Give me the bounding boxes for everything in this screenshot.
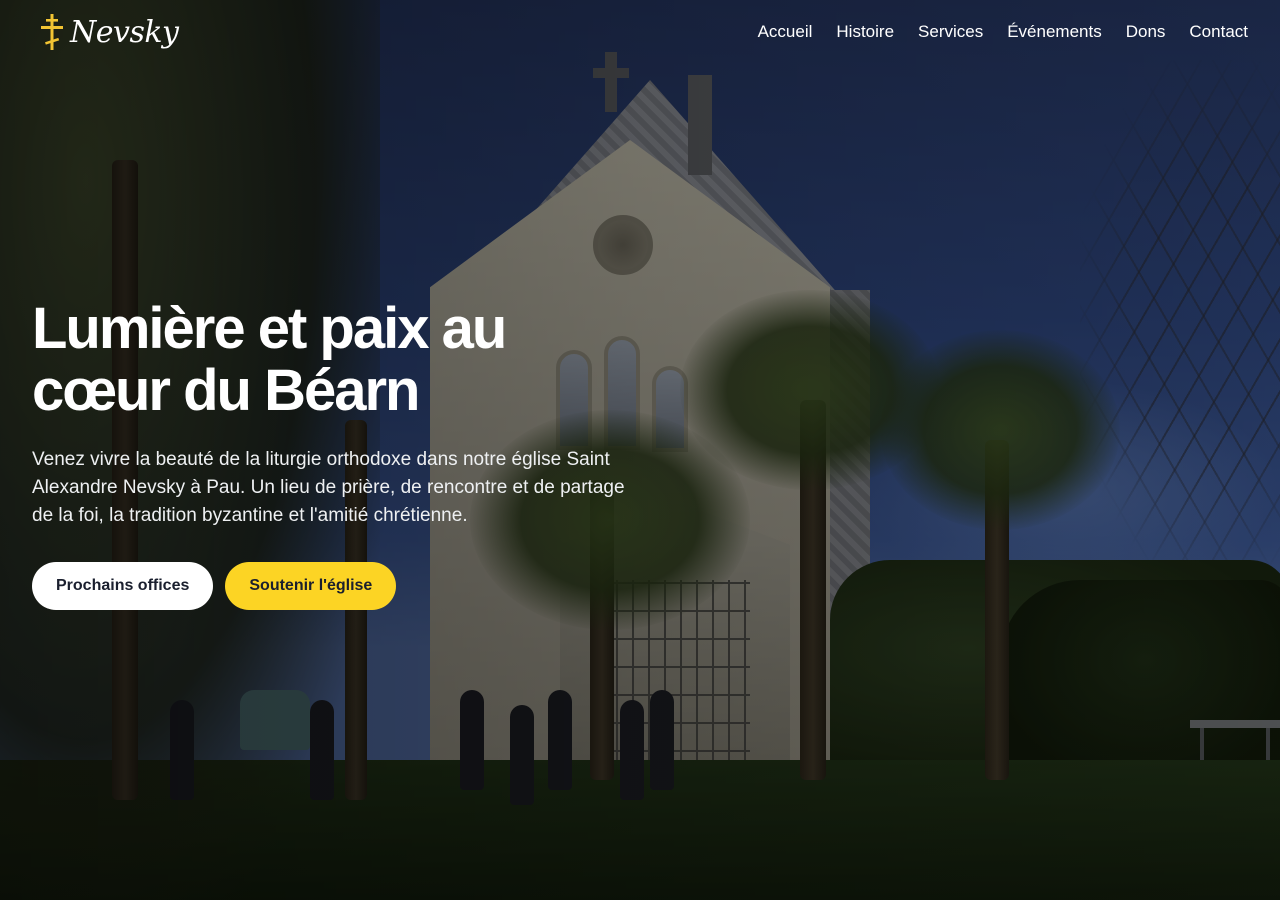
hero-section: Nevsky Accueil Histoire Services Événeme…: [0, 0, 1280, 900]
orthodox-cross-icon: [40, 13, 64, 51]
hero-description: Venez vivre la beauté de la liturgie ort…: [32, 449, 625, 526]
hero-title: Lumière et paix au cœur du Béarn: [32, 298, 652, 422]
support-church-button[interactable]: Soutenir l'église: [225, 562, 397, 610]
nav-link-contact[interactable]: Contact: [1189, 22, 1248, 41]
nav-link-accueil[interactable]: Accueil: [758, 22, 813, 41]
brand-name: Nevsky: [70, 14, 179, 50]
hero-content: Lumière et paix au cœur du Béarn Venez v…: [32, 298, 652, 610]
main-menu: Accueil Histoire Services Événements Don…: [758, 22, 1248, 42]
nav-link-services[interactable]: Services: [918, 22, 983, 41]
brand-logo-link[interactable]: Nevsky: [40, 13, 179, 51]
hero-title-line-2: cœur du Béarn: [32, 358, 421, 423]
hero-title-line-1: Lumière et paix au: [32, 296, 507, 361]
hero-actions: Prochains offices Soutenir l'église: [32, 562, 652, 610]
nav-link-dons[interactable]: Dons: [1126, 22, 1166, 41]
upcoming-services-button[interactable]: Prochains offices: [32, 562, 214, 610]
top-navigation: Nevsky Accueil Histoire Services Événeme…: [0, 0, 1280, 64]
nav-link-histoire[interactable]: Histoire: [836, 22, 894, 41]
nav-link-evenements[interactable]: Événements: [1007, 22, 1102, 41]
